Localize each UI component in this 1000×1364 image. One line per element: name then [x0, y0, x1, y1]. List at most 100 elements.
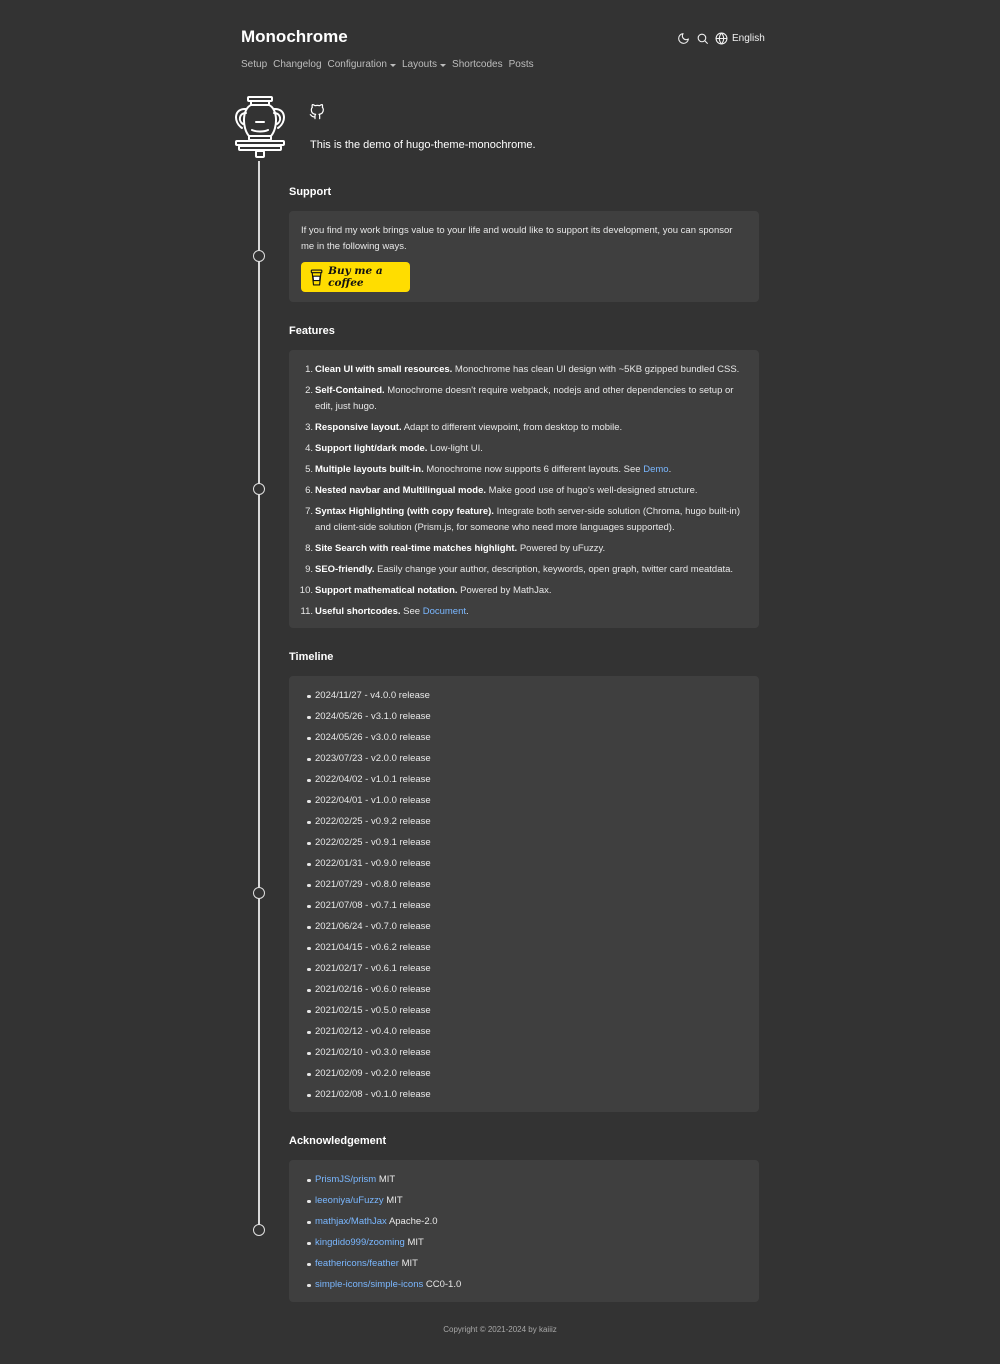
timeline-dot: [253, 250, 265, 262]
search-button[interactable]: [696, 32, 709, 45]
feature-description: Low-light UI.: [427, 443, 483, 454]
feature-item: 7. Syntax Highlighting (with copy feature…: [305, 504, 747, 536]
feature-title: SEO-friendly.: [315, 564, 375, 575]
release-item: 2021/06/24 - v0.7.0 release: [307, 919, 431, 935]
nav-item-layouts[interactable]: Layouts: [402, 59, 447, 70]
project-link[interactable]: mathjax/MathJax: [315, 1216, 387, 1227]
coffee-button-label: Buy me a coffee: [328, 265, 383, 289]
project-link[interactable]: leeoniya/uFuzzy: [315, 1195, 384, 1206]
nav-item-posts[interactable]: Posts: [509, 59, 534, 70]
feature-number: 3.: [305, 422, 313, 433]
release-item: 2021/02/12 - v0.4.0 release: [307, 1024, 431, 1040]
demo-link[interactable]: Demo: [643, 464, 668, 475]
feature-title: Responsive layout.: [315, 422, 402, 433]
support-text: If you find my work brings value to your…: [301, 225, 733, 252]
feature-title: Multiple layouts built-in.: [315, 464, 424, 475]
acknowledgement-item: simple-icons/simple-icons CC0-1.0: [306, 1277, 461, 1293]
buy-me-a-coffee-button[interactable]: Buy me a coffee: [301, 262, 410, 292]
timeline-heading: Timeline: [289, 651, 334, 663]
feature-description: Monochrome now supports 6 different layo…: [423, 464, 644, 475]
search-icon: [697, 33, 708, 44]
feature-item: 2. Self-Contained. Monochrome doesn't req…: [305, 383, 747, 415]
release-item: 2021/04/15 - v0.6.2 release: [307, 940, 431, 956]
release-item: 2023/07/23 - v2.0.0 release: [307, 751, 431, 767]
feature-item: 4. Support light/dark mode. Low-light UI.: [305, 441, 747, 457]
acknowledgement-item: PrismJS/prism MIT: [306, 1172, 461, 1188]
timeline-dot: [253, 1224, 265, 1236]
feature-title: Self-Contained.: [315, 385, 385, 396]
nav-item-setup[interactable]: Setup: [241, 59, 267, 70]
release-item: 2021/07/08 - v0.7.1 release: [307, 898, 431, 914]
timeline-dot: [253, 887, 265, 899]
feature-description: Easily change your author, description, …: [374, 564, 734, 575]
feature-description: Monochrome has clean UI design with ~5KB…: [452, 364, 740, 375]
vase-logo-icon: [235, 96, 285, 158]
feature-item: 3. Responsive layout. Adapt to different …: [305, 420, 747, 436]
feature-item: 9. SEO-friendly. Easily change your autho…: [305, 562, 747, 578]
acknowledgement-item: mathjax/MathJax Apache-2.0: [306, 1214, 461, 1230]
release-item: 2021/07/29 - v0.8.0 release: [307, 877, 431, 893]
feature-item: 11. Useful shortcodes. See Document.: [300, 604, 747, 620]
nav-item-label: Layouts: [402, 59, 438, 70]
feature-number: 4.: [305, 443, 313, 454]
release-item: 2024/05/26 - v3.0.0 release: [307, 730, 431, 746]
caret-down-icon: [390, 63, 396, 67]
nav-item-label: Configuration: [327, 59, 387, 70]
nav-item-label: Posts: [508, 59, 534, 70]
feature-title: Nested navbar and Multilingual mode.: [315, 485, 487, 496]
nav-item-changelog[interactable]: Changelog: [273, 59, 321, 70]
caret-down-icon: [440, 63, 447, 67]
main-nav: Setup Changelog Configuration Layouts Sh…: [241, 59, 534, 70]
feature-title: Useful shortcodes.: [315, 606, 401, 617]
license-label: MIT: [378, 1174, 396, 1185]
project-link[interactable]: simple-icons/simple-icons: [315, 1279, 423, 1290]
feature-item: 8. Site Search with real-time matches hig…: [305, 541, 747, 557]
acknowledgement-item: leeoniya/uFuzzy MIT: [306, 1193, 461, 1209]
timeline-dot: [253, 483, 265, 495]
site-title[interactable]: Monochrome: [241, 27, 348, 47]
feature-description: Powered by uFuzzy.: [517, 543, 606, 554]
features-heading: Features: [289, 325, 335, 337]
moon-icon: [678, 32, 689, 44]
support-heading: Support: [289, 186, 332, 198]
release-item: 2022/04/02 - v1.0.1 release: [307, 772, 431, 788]
project-link[interactable]: kingdido999/zooming: [315, 1237, 405, 1248]
globe-icon: [715, 32, 728, 44]
release-item: 2022/02/25 - v0.9.1 release: [307, 835, 431, 851]
timeline-line: [258, 161, 260, 1231]
header-tools: English: [677, 30, 765, 46]
license-label: MIT: [386, 1195, 403, 1206]
release-item: 2024/11/27 - v4.0.0 release: [307, 688, 431, 704]
coffee-cup-icon: [310, 268, 323, 286]
feature-number: 2.: [305, 385, 313, 396]
nav-item-shortcodes[interactable]: Shortcodes: [452, 59, 503, 70]
license-label: Apache-2.0: [388, 1216, 438, 1227]
feature-description: Adapt to different viewpoint, from deskt…: [401, 422, 623, 433]
feature-title: Support light/dark mode.: [315, 443, 428, 454]
release-item: 2022/04/01 - v1.0.0 release: [307, 793, 431, 809]
release-item: 2021/02/10 - v0.3.0 release: [307, 1045, 431, 1061]
project-link[interactable]: feathericons/feather: [315, 1258, 399, 1269]
acknowledgement-list: PrismJS/prism MIT leeoniya/uFuzzy MIT ma…: [306, 1172, 461, 1298]
github-icon[interactable]: [309, 104, 325, 120]
release-item: 2024/05/26 - v3.1.0 release: [307, 709, 431, 725]
features-card: 1. Clean UI with small resources. Monochr…: [289, 350, 759, 628]
acknowledgement-heading: Acknowledgement: [289, 1135, 387, 1147]
release-item: 2022/01/31 - v0.9.0 release: [307, 856, 431, 872]
feature-title: Support mathematical notation.: [315, 585, 458, 596]
language-switcher[interactable]: English: [715, 32, 765, 45]
feature-number: 7.: [305, 506, 313, 517]
language-label: English: [732, 32, 765, 44]
project-link[interactable]: PrismJS/prism: [315, 1174, 376, 1185]
acknowledgement-item: kingdido999/zooming MIT: [306, 1235, 461, 1251]
feature-description: See: [400, 606, 423, 617]
release-item: 2021/02/15 - v0.5.0 release: [307, 1003, 431, 1019]
footer-copyright: Copyright © 2021-2024 by kaiiiz: [443, 1325, 557, 1334]
document-link[interactable]: Document: [423, 606, 466, 617]
feature-item: 1. Clean UI with small resources. Monochr…: [305, 362, 747, 378]
nav-item-label: Changelog: [273, 59, 322, 70]
feature-punctuation: .: [668, 464, 672, 475]
feature-number: 5.: [305, 464, 313, 475]
nav-item-configuration[interactable]: Configuration: [328, 59, 396, 70]
theme-toggle-button[interactable]: [677, 32, 690, 45]
